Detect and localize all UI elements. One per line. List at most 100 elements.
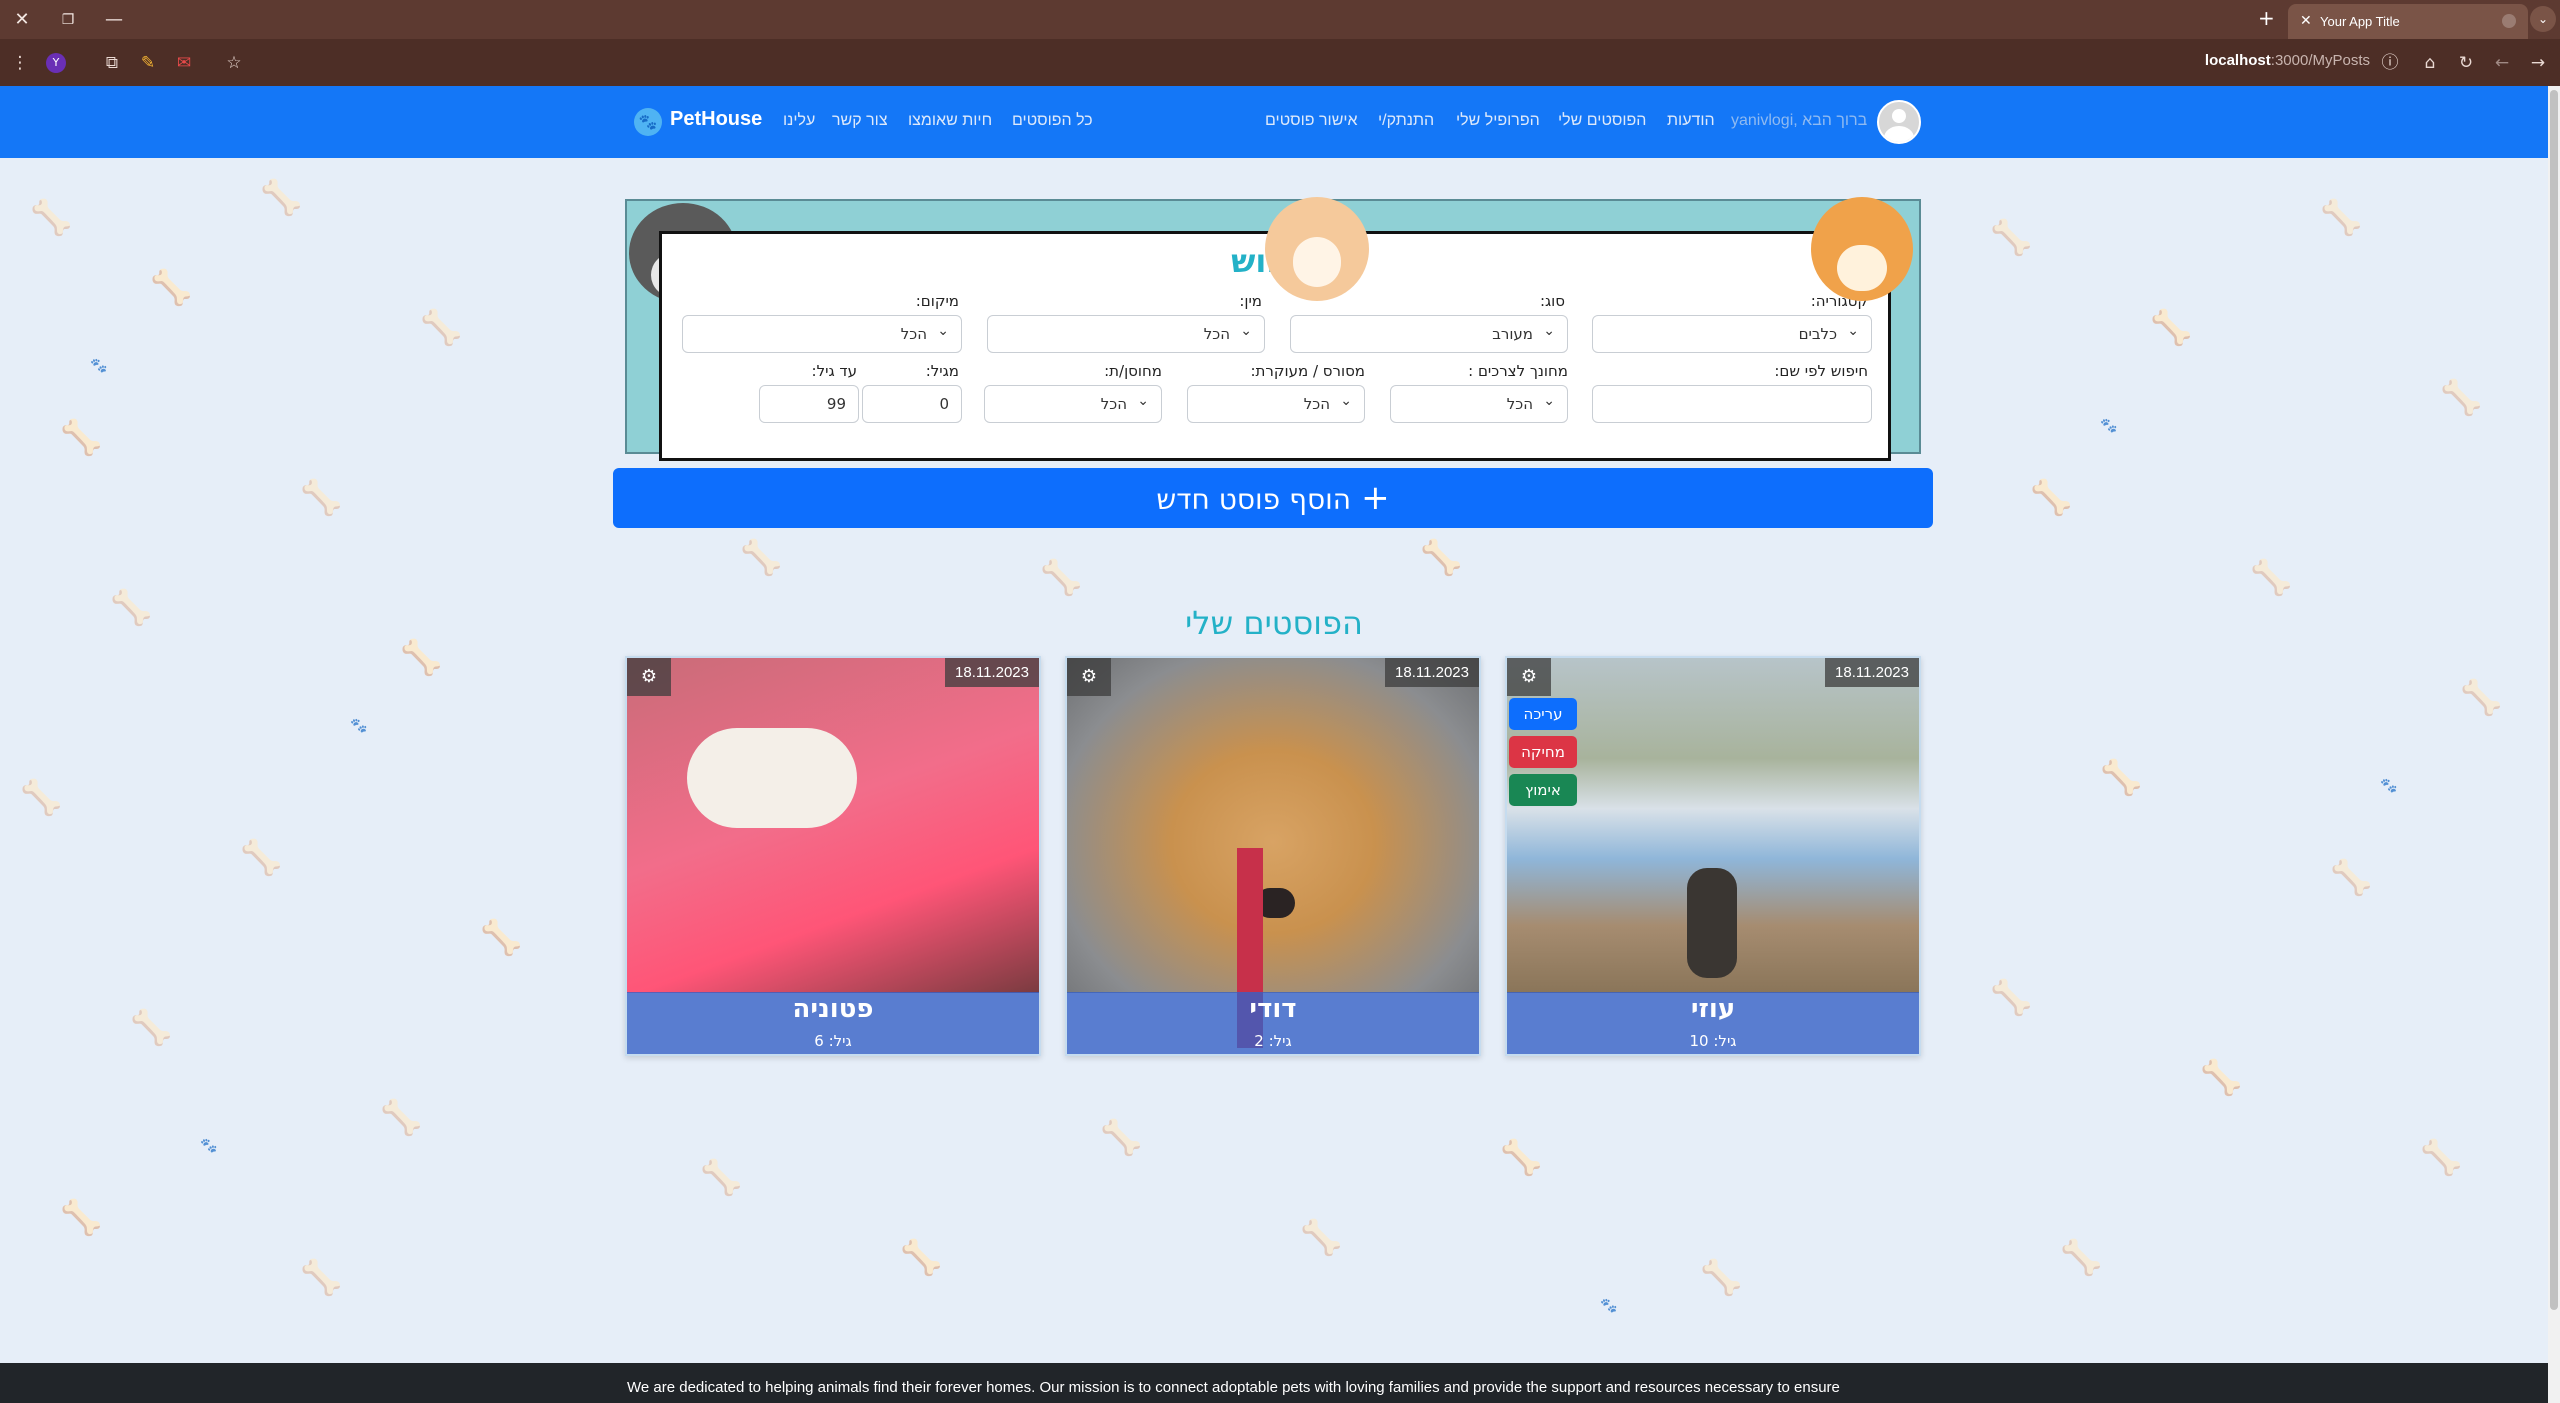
- category-select-value: כלבים: [1798, 325, 1837, 343]
- brand-link[interactable]: PetHouse: [670, 108, 762, 131]
- shiba-face: [1837, 245, 1887, 291]
- extension-pen-icon[interactable]: ✎: [136, 51, 160, 75]
- gender-label: מין:: [1239, 292, 1262, 310]
- nav-my-posts[interactable]: הפוסטים שלי: [1558, 112, 1646, 130]
- bone-icon: 🦴: [480, 918, 523, 958]
- extensions-puzzle-icon[interactable]: ⧉: [100, 51, 124, 75]
- gear-icon[interactable]: ⚙: [1067, 658, 1111, 696]
- pet-photo-dog: [1687, 868, 1737, 978]
- neutered-select[interactable]: הכל ⌄: [1187, 385, 1365, 423]
- menu-kebab-icon[interactable]: ⋮: [8, 51, 32, 75]
- type-label: סוג:: [1539, 292, 1565, 310]
- bone-icon: 🦴: [380, 1098, 423, 1138]
- age-from-value: 0: [939, 395, 949, 413]
- age-to-input[interactable]: 99: [759, 385, 859, 423]
- pet-name: דודי: [1249, 994, 1297, 1024]
- new-tab-plus-icon[interactable]: +: [2258, 6, 2275, 30]
- restore-window-icon[interactable]: ❐: [56, 8, 80, 32]
- tab-title: Your App Title: [2320, 14, 2400, 29]
- nav-contact[interactable]: צור קשר: [832, 112, 888, 130]
- address-bar[interactable]: localhost:3000/MyPosts: [2150, 52, 2370, 69]
- browser-tab[interactable]: ✕ Your App Title: [2288, 4, 2528, 39]
- gear-icon[interactable]: ⚙: [1507, 658, 1551, 696]
- close-window-icon[interactable]: ✕: [10, 8, 34, 32]
- pet-photo: [627, 658, 1039, 993]
- pet-age: גיל: 2: [1254, 1032, 1292, 1050]
- back-icon[interactable]: ←: [2490, 51, 2514, 75]
- bookmark-star-icon[interactable]: ☆: [222, 51, 246, 75]
- bone-icon: 🦴: [2440, 378, 2483, 418]
- tab-search-chevron-icon[interactable]: ⌄: [2530, 6, 2556, 32]
- url-host: localhost: [2204, 52, 2271, 69]
- bone-icon: 🦴: [60, 418, 103, 458]
- bone-icon: 🦴: [2250, 558, 2293, 598]
- page-content: 🦴 🦴 🦴 🦴 🦴 🦴 🦴 🦴 🦴 🦴 🦴 🦴 🦴 🦴 🦴 🦴 🦴 🦴 🦴 🦴 …: [0, 158, 2548, 1363]
- post-card-uzi[interactable]: 18.11.2023 ⚙ עריכה מחיקה אימוץ עוזי גיל:…: [1505, 656, 1921, 1056]
- nav-logout[interactable]: התנתק/י: [1378, 112, 1434, 130]
- nav-all-posts[interactable]: כל הפוסטים: [1012, 112, 1093, 130]
- location-label: מיקום:: [915, 292, 959, 310]
- vaccinated-label: מחוסן/ת:: [1104, 362, 1162, 380]
- type-select[interactable]: מעורב ⌄: [1290, 315, 1568, 353]
- post-date: 18.11.2023: [1825, 658, 1919, 687]
- paw-icon: 🐾: [200, 1138, 218, 1154]
- bone-icon: 🦴: [1420, 538, 1463, 578]
- pet-age: גיל: 10: [1689, 1032, 1737, 1050]
- gender-select[interactable]: הכל ⌄: [987, 315, 1265, 353]
- home-icon[interactable]: ⌂: [2418, 51, 2442, 75]
- nav-messages[interactable]: הודעות: [1667, 112, 1715, 130]
- chevron-down-icon: ⌄: [937, 323, 949, 339]
- nav-approve-posts[interactable]: אישור פוסטים: [1265, 112, 1358, 130]
- post-card-petunia[interactable]: 18.11.2023 ⚙ פטוניה גיל: 6: [625, 656, 1041, 1056]
- site-info-icon[interactable]: ⓘ: [2378, 51, 2402, 75]
- minimize-window-icon[interactable]: —: [102, 8, 126, 32]
- plus-icon: +: [1361, 478, 1390, 518]
- paw-icon: 🐾: [90, 358, 108, 374]
- chevron-down-icon: ⌄: [1543, 323, 1555, 339]
- chevron-down-icon: ⌄: [1543, 393, 1555, 409]
- tab-close-icon[interactable]: ✕: [2300, 13, 2312, 29]
- type-select-value: מעורב: [1492, 325, 1533, 343]
- search-panel: חיפוש קטגוריה: סוג: מין: מיקום: כלבים ⌄ …: [625, 197, 1921, 461]
- add-post-button[interactable]: הוסף פוסט חדש +: [613, 468, 1933, 528]
- pet-name: פטוניה: [792, 994, 874, 1024]
- tab-status-icon: [2502, 14, 2516, 28]
- user-avatar[interactable]: [1877, 100, 1921, 144]
- bone-icon: 🦴: [2420, 1138, 2463, 1178]
- add-post-label: הוסף פוסט חדש: [1156, 483, 1352, 516]
- extension-mail-icon[interactable]: ✉: [172, 51, 196, 75]
- corgi-face: [1293, 237, 1341, 287]
- reload-icon[interactable]: ↻: [2454, 51, 2478, 75]
- forward-icon[interactable]: →: [2526, 51, 2550, 75]
- page-scrollbar-thumb[interactable]: [2550, 90, 2558, 1310]
- category-select[interactable]: כלבים ⌄: [1592, 315, 1872, 353]
- nav-adopted[interactable]: חיות שאומצו: [908, 112, 992, 130]
- extension-yahoo-icon[interactable]: Y: [46, 53, 66, 73]
- adopt-post-button[interactable]: אימוץ: [1509, 774, 1577, 806]
- age-from-input[interactable]: 0: [862, 385, 962, 423]
- pet-photo: [1067, 658, 1479, 1048]
- gear-icon[interactable]: ⚙: [627, 658, 671, 696]
- location-select[interactable]: הכל ⌄: [682, 315, 962, 353]
- nav-greeting: yanivlogi, ברוך הבא: [1731, 112, 1868, 129]
- chevron-down-icon: ⌄: [1240, 323, 1252, 339]
- house-trained-select[interactable]: הכל ⌄: [1390, 385, 1568, 423]
- pethouse-logo-icon[interactable]: 🐾: [634, 108, 662, 136]
- age-to-value: 99: [826, 395, 846, 413]
- bone-icon: 🦴: [20, 778, 63, 818]
- bone-icon: 🦴: [60, 1198, 103, 1238]
- name-search-input[interactable]: [1592, 385, 1872, 423]
- vaccinated-select[interactable]: הכל ⌄: [984, 385, 1162, 423]
- paw-icon: 🐾: [350, 718, 368, 734]
- nav-my-profile[interactable]: הפרופיל שלי: [1456, 112, 1540, 130]
- post-card-dudi[interactable]: 18.11.2023 ⚙ דודי גיל: 2: [1065, 656, 1481, 1056]
- delete-post-button[interactable]: מחיקה: [1509, 736, 1577, 768]
- bone-icon: 🦴: [300, 1258, 343, 1298]
- chevron-down-icon: ⌄: [1340, 393, 1352, 409]
- edit-post-button[interactable]: עריכה: [1509, 698, 1577, 730]
- nav-about[interactable]: עלינו: [783, 112, 815, 130]
- pet-name: עוזי: [1690, 994, 1736, 1024]
- paw-icon: 🐾: [1600, 1298, 1618, 1314]
- url-path: :3000/MyPosts: [2270, 52, 2370, 69]
- bone-icon: 🦴: [2100, 758, 2143, 798]
